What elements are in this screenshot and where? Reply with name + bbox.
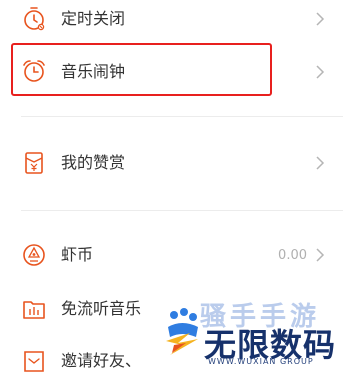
menu-item-music-alarm[interactable]: 音乐闹钟: [0, 46, 343, 94]
timer-icon: [21, 6, 47, 32]
chevron-right-icon: [315, 11, 325, 27]
coin-icon: [21, 242, 47, 268]
menu-item-label: 音乐闹钟: [61, 62, 126, 81]
alarm-clock-icon: [21, 58, 47, 84]
menu-item-timer-off[interactable]: 定时关闭: [0, 0, 343, 40]
watermark: 骚手手游 无限数码 WWW.WUXIAN GROUP: [160, 298, 343, 369]
watermark-sub-text: WWW.WUXIAN GROUP: [208, 357, 314, 366]
chevron-right-icon: [315, 247, 325, 263]
menu-item-label: 我的赞赏: [61, 153, 126, 172]
red-envelope-icon: [21, 150, 47, 176]
menu-item-label: 邀请好友、: [61, 351, 142, 370]
menu-item-my-appreciation[interactable]: 我的赞赏: [0, 140, 343, 186]
section-divider: [21, 116, 343, 117]
invite-friend-icon: [21, 349, 47, 375]
chevron-right-icon: [315, 155, 325, 171]
chevron-right-icon: [315, 64, 325, 80]
menu-item-label: 定时关闭: [61, 9, 126, 28]
coin-balance: 0.00: [278, 248, 307, 263]
menu-item-shrimp-coin[interactable]: 虾币 0.00: [0, 232, 343, 278]
section-divider: [21, 210, 343, 211]
menu-item-label: 免流听音乐: [61, 299, 142, 318]
watermark-logo-icon: [160, 303, 204, 361]
free-data-music-icon: [21, 296, 47, 322]
menu-item-label: 虾币: [61, 245, 94, 264]
